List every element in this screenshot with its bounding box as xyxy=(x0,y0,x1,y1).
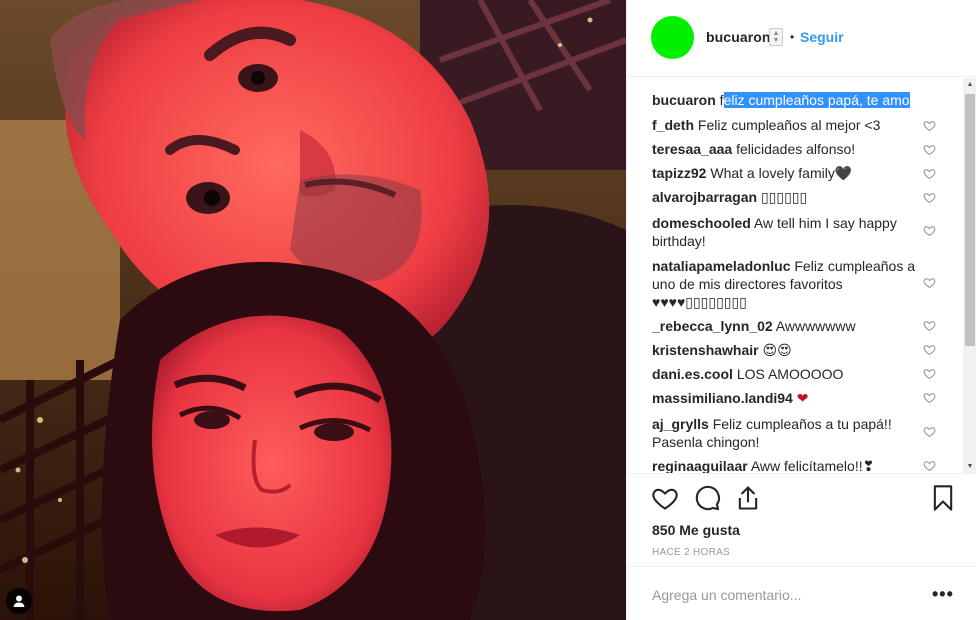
like-comment-heart-icon[interactable] xyxy=(923,119,936,132)
comment-username[interactable]: f_deth xyxy=(652,117,694,133)
comment-username[interactable]: alvarojbarragan xyxy=(652,189,757,205)
like-comment-heart-icon[interactable] xyxy=(923,425,936,438)
like-comment-heart-icon[interactable] xyxy=(923,319,936,332)
comment-text: LOS AMOOOOO xyxy=(736,366,844,382)
post-header: bucuaron ▲ ▼ • Seguir xyxy=(627,0,976,77)
list-item: massimiliano.landi94 ❤ xyxy=(652,389,922,407)
user-tag-icon[interactable] xyxy=(6,588,32,614)
comment-username[interactable]: reginaaguilaar xyxy=(652,458,748,473)
list-item: domeschooled Aw tell him I say happy bir… xyxy=(652,214,922,250)
scroll-thumb[interactable] xyxy=(965,94,975,346)
list-item: dani.es.cool LOS AMOOOOO xyxy=(652,365,922,383)
like-comment-heart-icon[interactable] xyxy=(923,191,936,204)
comment-text: feliz cumpleaños papá, te amo xyxy=(719,92,910,108)
follow-button[interactable]: Seguir xyxy=(800,29,844,45)
list-item: alvarojbarragan ▯▯▯▯▯▯ xyxy=(652,188,922,206)
like-comment-heart-icon[interactable] xyxy=(923,143,936,156)
list-item: f_deth Feliz cumpleaños al mejor <3 xyxy=(652,116,922,134)
like-comment-heart-icon[interactable] xyxy=(923,343,936,356)
post-photo[interactable] xyxy=(0,0,626,620)
list-item: kristenshawhair 😍😍 xyxy=(652,341,922,359)
separator-dot: • xyxy=(790,30,795,44)
bookmark-icon[interactable] xyxy=(929,484,957,512)
comment-text: Aww felicítamelo!!❣ xyxy=(750,458,875,474)
comment-text: Awwwwwww xyxy=(775,318,856,334)
comment-username[interactable]: _rebecca_lynn_02 xyxy=(652,318,773,334)
comments-scrollbar[interactable]: ▲ ▼ xyxy=(963,78,976,473)
like-comment-heart-icon[interactable] xyxy=(923,391,936,404)
header-username[interactable]: bucuaron xyxy=(706,29,771,45)
heart-outline-icon[interactable] xyxy=(651,484,679,512)
list-item: tapizz92 What a lovely family🖤 xyxy=(652,164,922,182)
comment-username[interactable]: nataliapameladonluc xyxy=(652,258,790,274)
like-comment-heart-icon[interactable] xyxy=(923,459,936,472)
scroll-up-arrow-icon[interactable]: ▲ xyxy=(963,78,976,92)
comments-list[interactable]: bucuaron feliz cumpleaños papá, te amo f… xyxy=(627,78,976,474)
post-timestamp: HACE 2 HORAS xyxy=(652,547,731,558)
like-comment-heart-icon[interactable] xyxy=(923,276,936,289)
action-bar xyxy=(627,482,976,518)
list-item: _rebecca_lynn_02 Awwwwwww xyxy=(652,317,922,335)
comment-username[interactable]: aj_grylls xyxy=(652,416,709,432)
comment-text: 😍😍 xyxy=(762,342,792,358)
comment-username[interactable]: tapizz92 xyxy=(652,165,706,181)
like-comment-heart-icon[interactable] xyxy=(923,224,936,237)
like-comment-heart-icon[interactable] xyxy=(923,367,936,380)
likes-count[interactable]: 850 Me gusta xyxy=(652,522,740,538)
comment-text: Feliz cumpleaños al mejor <3 xyxy=(697,117,881,133)
list-item: teresaa_aaa felicidades alfonso! xyxy=(652,140,922,158)
add-comment-bar: ••• xyxy=(627,566,976,620)
comment-bubble-icon[interactable] xyxy=(693,484,721,512)
share-upload-icon[interactable] xyxy=(734,484,762,512)
stepper-control[interactable]: ▲ ▼ xyxy=(769,28,783,46)
comment-username[interactable]: massimiliano.landi94 xyxy=(652,390,793,406)
comment-username[interactable]: dani.es.cool xyxy=(652,366,733,382)
post-side-panel: bucuaron ▲ ▼ • Seguir bucuaron feliz cump… xyxy=(626,0,976,620)
list-item: aj_grylls Feliz cumpleaños a tu papá!! P… xyxy=(652,415,922,451)
avatar[interactable] xyxy=(651,16,694,59)
comment-text: What a lovely family🖤 xyxy=(710,165,853,181)
list-item: reginaaguilaar Aww felicítamelo!!❣ xyxy=(652,457,922,474)
comment-text: ❤ xyxy=(796,390,809,406)
comment-username[interactable]: domeschooled xyxy=(652,215,751,231)
comment-text: ▯▯▯▯▯▯ xyxy=(760,189,808,205)
selected-text: eliz cumpleaños papá, te amo xyxy=(723,92,910,108)
more-options-icon[interactable]: ••• xyxy=(932,584,954,605)
scroll-down-arrow-icon[interactable]: ▼ xyxy=(963,460,976,473)
comment-username[interactable]: bucuaron xyxy=(652,92,716,108)
selfie-image xyxy=(0,0,626,620)
list-item: nataliapameladonluc Feliz cumpleaños a u… xyxy=(652,257,922,311)
like-comment-heart-icon[interactable] xyxy=(923,167,936,180)
comment-username[interactable]: kristenshawhair xyxy=(652,342,759,358)
caption-comment: bucuaron feliz cumpleaños papá, te amo xyxy=(652,91,922,109)
comment-input[interactable] xyxy=(652,585,922,605)
comment-username[interactable]: teresaa_aaa xyxy=(652,141,732,157)
comment-text: felicidades alfonso! xyxy=(736,141,856,157)
